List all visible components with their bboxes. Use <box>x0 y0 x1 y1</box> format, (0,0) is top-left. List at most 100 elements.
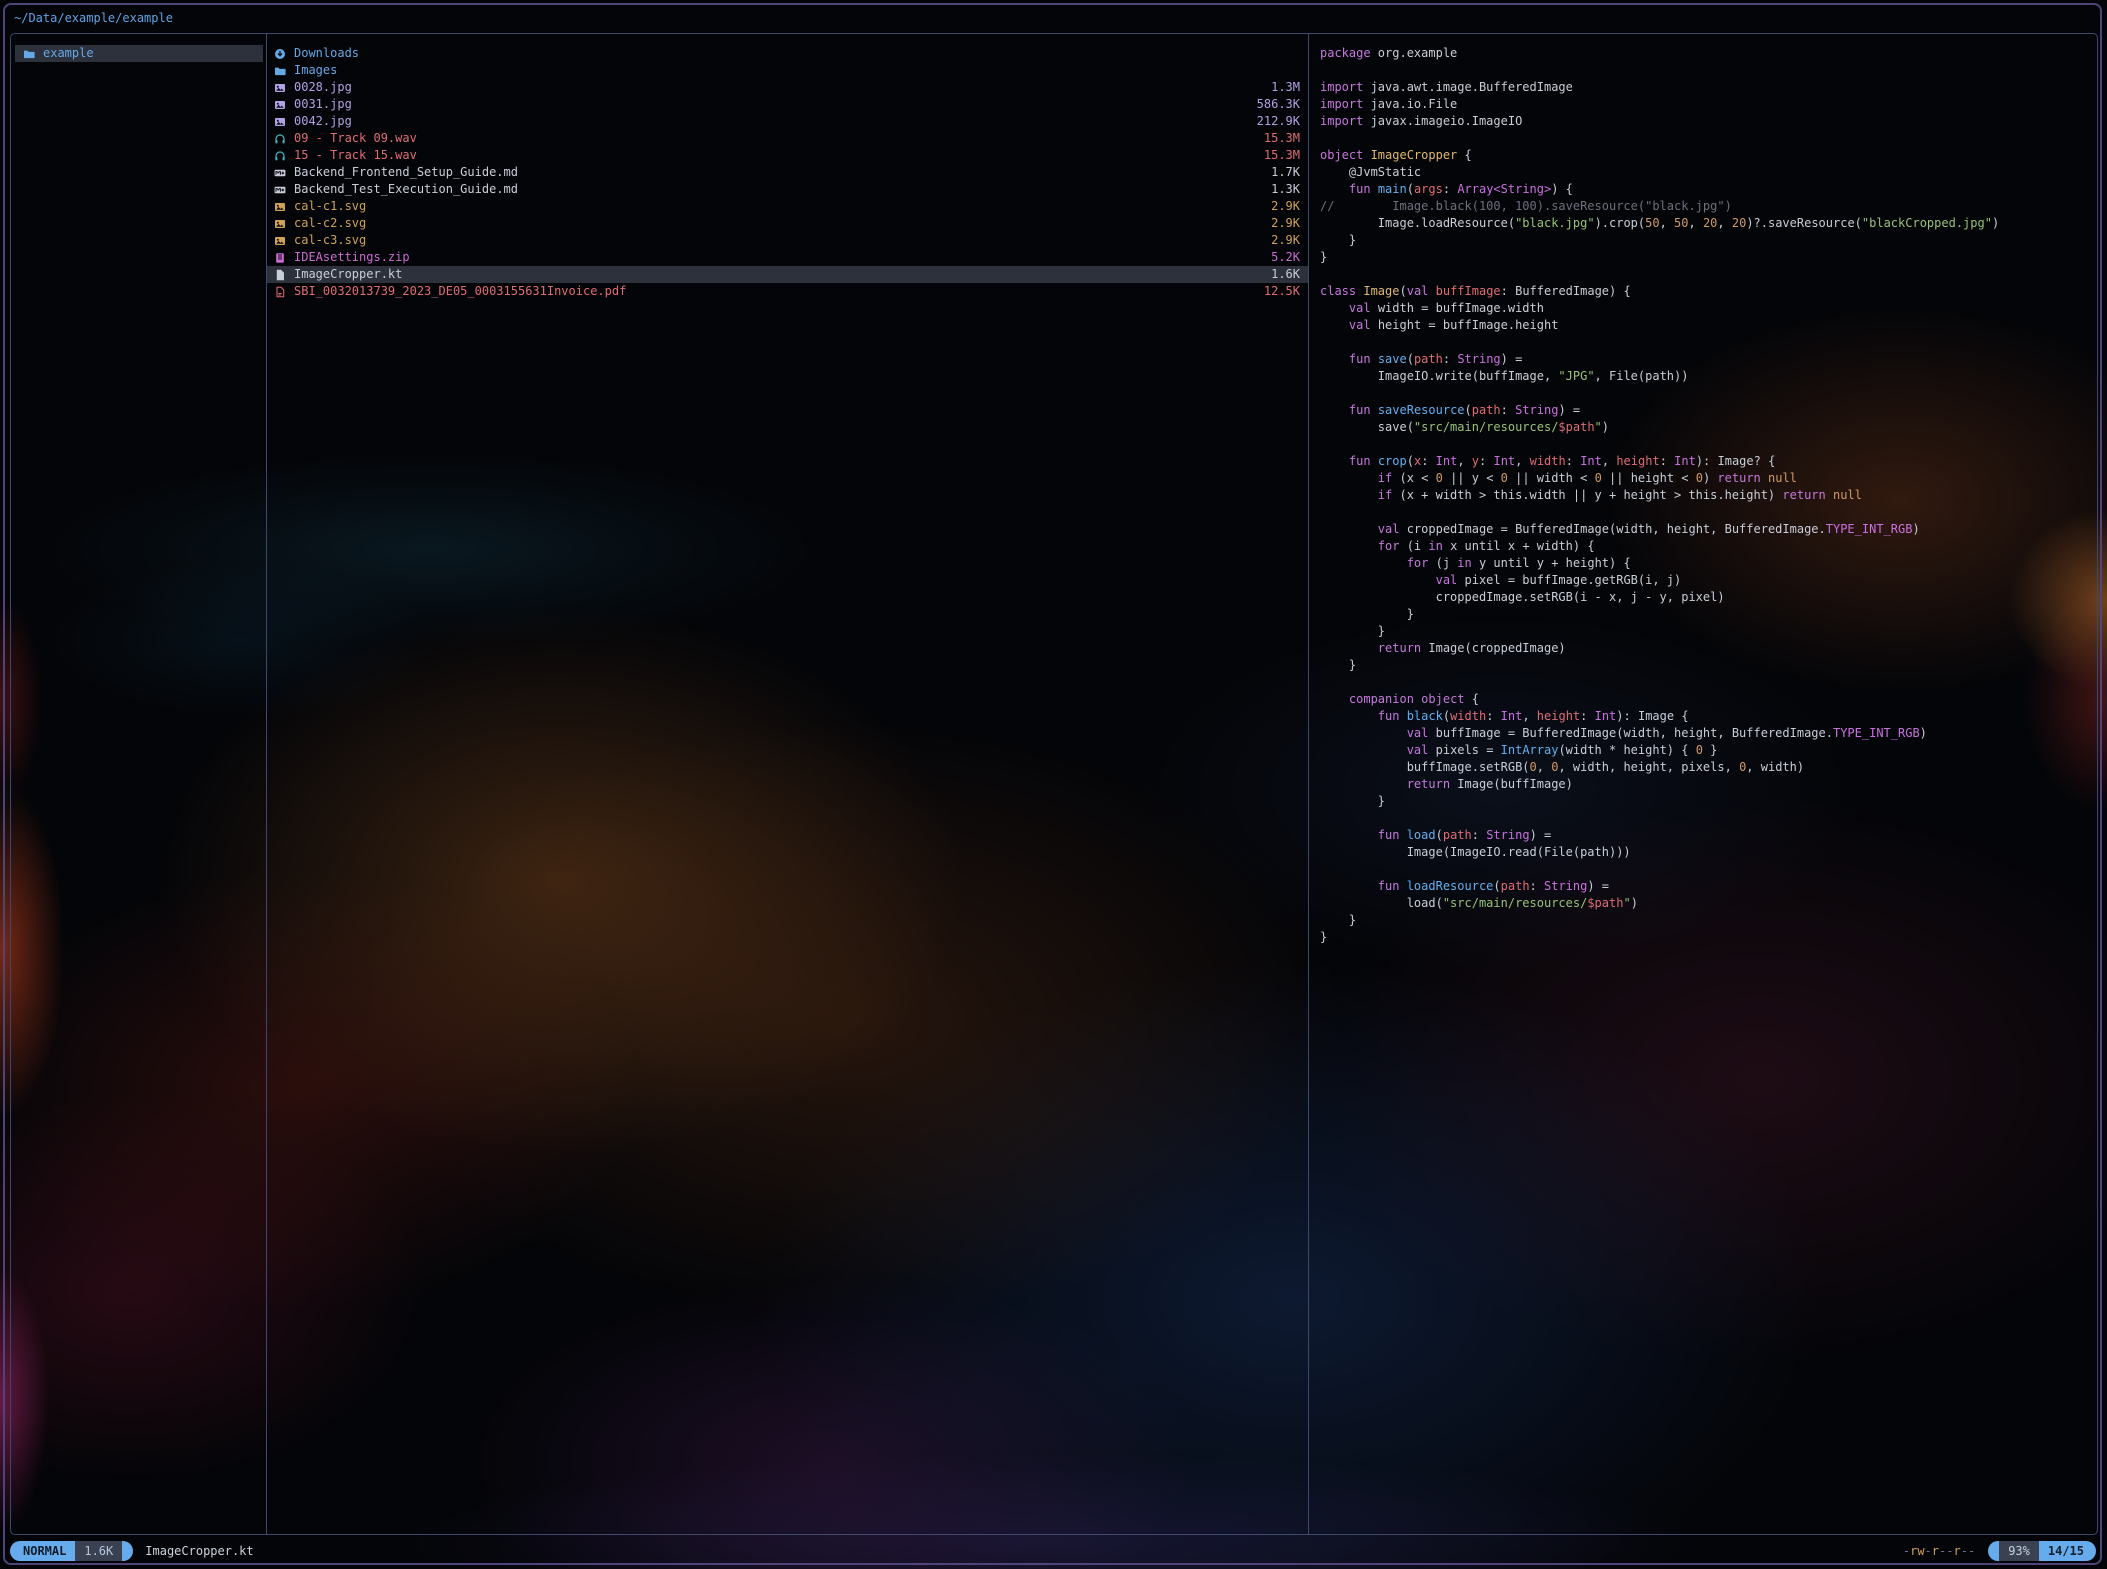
code-line: } <box>1320 623 2092 640</box>
file-name: 0028.jpg <box>294 79 1263 96</box>
file-name: cal-c1.svg <box>294 198 1263 215</box>
file-size: 15.3M <box>1264 147 1300 164</box>
yazi-file-manager: { "window": { "title": "~/Data/example/e… <box>0 0 2107 1569</box>
file-name: example <box>43 45 255 62</box>
file-row[interactable]: 0028.jpg 1.3M <box>267 79 1308 96</box>
image-icon <box>274 235 286 247</box>
file-row[interactable]: Downloads <box>267 45 1308 62</box>
status-bar: NORMAL 1.6K ImageCropper.kt -rw-r--r-- 9… <box>10 1540 2096 1562</box>
file-row[interactable]: 09 - Track 09.wav15.3M <box>267 130 1308 147</box>
file-size: 15.3M <box>1264 130 1300 147</box>
code-line: save("src/main/resources/$path") <box>1320 419 2092 436</box>
code-line <box>1320 810 2092 827</box>
file-list-pane[interactable]: DownloadsImages0028.jpg 1.3M0031.jpg586.3… <box>267 34 1308 1534</box>
code-line: fun saveResource(path: String) = <box>1320 402 2092 419</box>
code-line: val pixels = IntArray(width * height) { … <box>1320 742 2092 759</box>
file-row[interactable]: cal-c2.svg 2.9K <box>267 215 1308 232</box>
file-size: 12.5K <box>1264 283 1300 300</box>
file-size: 586.3K <box>1257 96 1300 113</box>
file-row[interactable]: Backend_Test_Execution_Guide.md 1.3K <box>267 181 1308 198</box>
file-name: Images <box>294 62 1300 79</box>
cursor-position: 14/15 <box>2039 1541 2096 1561</box>
code-line: val pixel = buffImage.getRGB(i, j) <box>1320 572 2092 589</box>
parent-dir-item[interactable]: example <box>15 45 263 62</box>
parent-directory-pane[interactable]: example <box>11 34 266 1534</box>
file-size: 1.3K <box>1271 181 1300 198</box>
code-line: fun black(width: Int, height: Int): Imag… <box>1320 708 2092 725</box>
markdown-icon <box>274 184 286 196</box>
code-line: return Image(croppedImage) <box>1320 640 2092 657</box>
file-size: 2.9K <box>1271 215 1300 232</box>
file-name: cal-c2.svg <box>294 215 1263 232</box>
code-line: ImageIO.write(buffImage, "JPG", File(pat… <box>1320 368 2092 385</box>
status-left: NORMAL 1.6K ImageCropper.kt <box>10 1541 254 1561</box>
code-line: // Image.black(100, 100).saveResource("b… <box>1320 198 2092 215</box>
code-line <box>1320 861 2092 878</box>
code-line: croppedImage.setRGB(i - x, j - y, pixel) <box>1320 589 2092 606</box>
file-name: 15 - Track 15.wav <box>294 147 1256 164</box>
code-line: package org.example <box>1320 45 2092 62</box>
file-size: 1.7K <box>1271 164 1300 181</box>
code-line: class Image(val buffImage: BufferedImage… <box>1320 283 2092 300</box>
code-line <box>1320 62 2092 79</box>
file-row[interactable]: Images <box>267 62 1308 79</box>
file-row[interactable]: 0042.jpg 212.9K <box>267 113 1308 130</box>
file-size: 1.3M <box>1271 79 1300 96</box>
folder-icon <box>23 48 35 60</box>
code-line <box>1320 266 2092 283</box>
file-name: 0042.jpg <box>294 113 1249 130</box>
file-icon <box>274 269 286 281</box>
code-line: fun main(args: Array<String>) { <box>1320 181 2092 198</box>
file-size: 5.2K <box>1271 249 1300 266</box>
code-line <box>1320 436 2092 453</box>
image-icon <box>274 99 286 111</box>
preview-pane[interactable]: package org.example import java.awt.imag… <box>1309 34 2096 1534</box>
file-name: Backend_Test_Execution_Guide.md <box>294 181 1263 198</box>
code-line: for (j in y until y + height) { <box>1320 555 2092 572</box>
file-row[interactable]: IDEAsettings.zip 5.2K <box>267 249 1308 266</box>
code-line: import javax.imageio.ImageIO <box>1320 113 2092 130</box>
image-icon <box>274 82 286 94</box>
code-line: fun save(path: String) = <box>1320 351 2092 368</box>
file-permissions: -rw-r--r-- <box>1903 1543 1975 1560</box>
file-row[interactable]: 0031.jpg586.3K <box>267 96 1308 113</box>
code-line: companion object { <box>1320 691 2092 708</box>
scroll-percentage: 93% <box>1999 1541 2039 1561</box>
file-row[interactable]: ImageCropper.kt1.6K <box>267 266 1308 283</box>
file-row[interactable]: cal-c1.svg2.9K <box>267 198 1308 215</box>
panes-frame: example DownloadsImages0028.jpg 1.3M0031.… <box>10 33 2098 1535</box>
code-line: val buffImage = BufferedImage(width, hei… <box>1320 725 2092 742</box>
code-line: } <box>1320 606 2092 623</box>
powerline-cap-icon <box>1988 1541 1999 1561</box>
powerline-cap-icon <box>122 1541 133 1561</box>
code-preview: package org.example import java.awt.imag… <box>1320 45 2092 946</box>
status-right: -rw-r--r-- 93% 14/15 <box>1903 1541 2096 1561</box>
file-size: 212.9K <box>1257 113 1300 130</box>
file-row[interactable]: cal-c3.svg 2.9K <box>267 232 1308 249</box>
file-name: IDEAsettings.zip <box>294 249 1263 266</box>
code-line: load("src/main/resources/$path") <box>1320 895 2092 912</box>
file-row[interactable]: 15 - Track 15.wav 15.3M <box>267 147 1308 164</box>
code-line: val width = buffImage.width <box>1320 300 2092 317</box>
code-line: } <box>1320 929 2092 946</box>
code-line <box>1320 130 2092 147</box>
download-icon <box>274 48 286 60</box>
code-line: } <box>1320 657 2092 674</box>
file-size: 2.9K <box>1271 232 1300 249</box>
code-line: } <box>1320 793 2092 810</box>
code-line: if (x < 0 || y < 0 || width < 0 || heigh… <box>1320 470 2092 487</box>
audio-icon <box>274 133 286 145</box>
file-name: cal-c3.svg <box>294 232 1263 249</box>
file-size: 1.6K <box>1271 266 1300 283</box>
code-line <box>1320 504 2092 521</box>
code-line: val croppedImage = BufferedImage(width, … <box>1320 521 2092 538</box>
code-line: Image(ImageIO.read(File(path))) <box>1320 844 2092 861</box>
audio-icon <box>274 150 286 162</box>
current-path-title: ~/Data/example/example <box>14 10 173 27</box>
code-line: buffImage.setRGB(0, 0, width, height, pi… <box>1320 759 2092 776</box>
code-line: import java.awt.image.BufferedImage <box>1320 79 2092 96</box>
code-line <box>1320 674 2092 691</box>
file-row[interactable]: SBI_0032013739_2023_DE05_0003155631Invoi… <box>267 283 1308 300</box>
code-line: } <box>1320 249 2092 266</box>
file-row[interactable]: Backend_Frontend_Setup_Guide.md1.7K <box>267 164 1308 181</box>
